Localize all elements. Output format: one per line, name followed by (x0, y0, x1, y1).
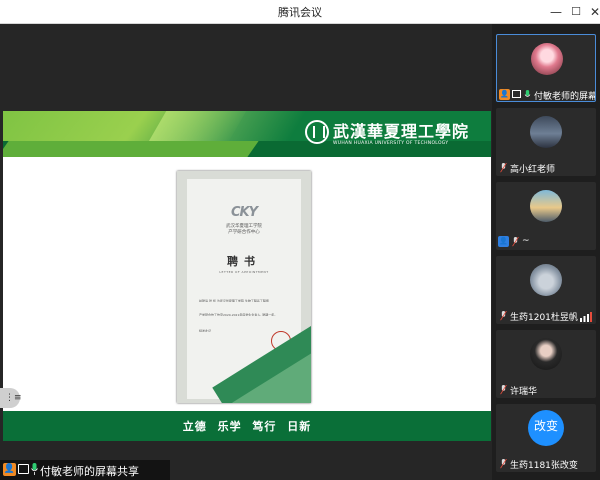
screen-share-icon (512, 90, 521, 98)
university-name-cn: 武漢華夏理工學院 (333, 122, 470, 141)
avatar: 改变 (528, 410, 564, 446)
participant-tile[interactable]: 高小红老师 (496, 108, 596, 176)
microphone-muted-icon (512, 237, 519, 247)
minimize-button[interactable]: — (547, 3, 565, 21)
participant-name: 生药1201杜昱帆 (510, 313, 578, 323)
certificate-body-line1: 兹聘请 张 凯 为武汉华夏理工学院 生物工程系工程师 (199, 299, 269, 302)
screen-share-label-text: 付敏老师的屏幕共享 (40, 465, 139, 478)
maximize-button[interactable]: ☐ (567, 3, 585, 21)
microphone-muted-icon (500, 459, 507, 469)
close-button[interactable]: ✕ (586, 3, 600, 21)
participant-name: ~ (522, 236, 530, 246)
host-user-icon: 👤 (499, 89, 510, 100)
participant-sidebar: 👤 付敏老师的屏幕... 高小红老师 👤 ~ 生药1201杜昱帆 (492, 24, 600, 480)
screen-share-label: 👤 付敏老师的屏幕共享 (0, 460, 170, 480)
slide-motto: 立德 乐学 笃行 日新 (182, 420, 312, 433)
microphone-icon (31, 463, 38, 475)
signal-strength-icon (580, 312, 592, 322)
microphone-muted-icon (500, 385, 507, 395)
avatar (530, 264, 562, 296)
participant-name: 生药1181张改变 (510, 461, 578, 471)
list-icon: ⋮≡ (5, 393, 22, 403)
certificate-photo: CKY 武汉华夏理工学院 产学研合作中心 聘书 LETTER OF APPOIN… (177, 171, 311, 403)
slide-header-banner: 武漢華夏理工學院 WUHAN HUAXIA UNIVERSITY OF TECH… (3, 111, 491, 157)
university-name-en: WUHAN HUAXIA UNIVERSITY OF TECHNOLOGY (333, 141, 449, 146)
host-user-icon: 👤 (3, 463, 16, 476)
participant-tile[interactable]: 👤 ~ (496, 182, 596, 250)
avatar (530, 116, 562, 148)
participant-name: 高小红老师 (510, 165, 556, 175)
avatar (530, 338, 562, 370)
screen-share-icon (18, 464, 29, 474)
window-title: 腾讯会议 (278, 6, 322, 19)
participant-tile[interactable]: 许瑞华 (496, 330, 596, 398)
certificate-title: 聘书 (227, 255, 261, 268)
participant-tile[interactable]: 生药1201杜昱帆 (496, 256, 596, 324)
participant-tile[interactable]: 改变 生药1181张改变 (496, 404, 596, 472)
avatar (530, 190, 562, 222)
avatar (531, 43, 563, 75)
screen-share-area: 武漢華夏理工學院 WUHAN HUAXIA UNIVERSITY OF TECH… (0, 24, 492, 480)
participant-name: 许瑞华 (510, 387, 538, 397)
toolbar-expand-button[interactable]: ⋮≡ (0, 388, 22, 408)
shared-slide: 武漢華夏理工學院 WUHAN HUAXIA UNIVERSITY OF TECH… (3, 111, 491, 441)
participant-name: 付敏老师的屏幕... (534, 92, 596, 102)
certificate-org-line2: 产学研合作中心 (228, 230, 260, 235)
window-titlebar: 腾讯会议 — ☐ ✕ (0, 0, 600, 24)
microphone-muted-icon (500, 163, 507, 173)
microphone-icon (524, 90, 531, 97)
microphone-muted-icon (500, 311, 507, 321)
certificate-title-en: LETTER OF APPOINTMENT (219, 270, 269, 274)
certificate-body-line2: 产学研合作工作室2020-2021年度学生负责人, 聘期一年。 (199, 313, 278, 316)
participant-tile[interactable]: 👤 付敏老师的屏幕... (496, 34, 596, 102)
user-icon: 👤 (498, 236, 509, 247)
university-logo-icon (305, 120, 329, 144)
certificate-logo: CKY (230, 205, 258, 220)
